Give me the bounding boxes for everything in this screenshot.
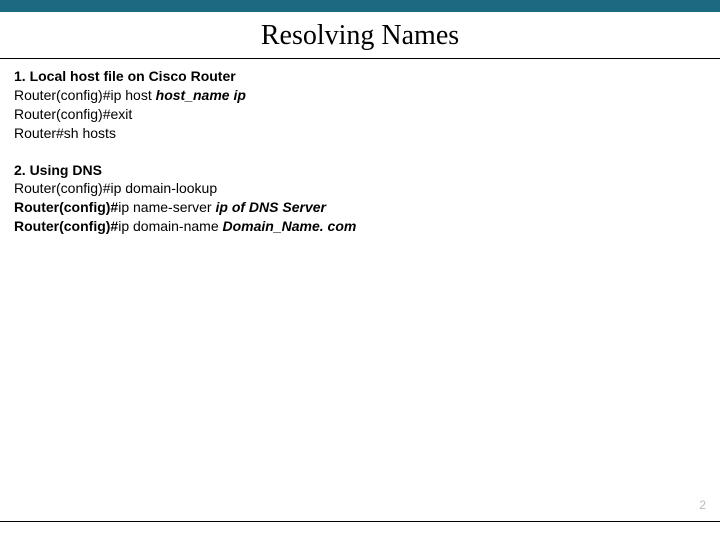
section2-line3-cmd: ip domain-name	[118, 218, 222, 234]
section2-line1: Router(config)#ip domain-lookup	[14, 179, 706, 198]
slide-title: Resolving Names	[0, 20, 720, 52]
section2-heading: 2. Using DNS	[14, 161, 706, 180]
section2-line2-args: ip of DNS Server	[215, 199, 325, 215]
section1-line1: Router(config)#ip host host_name ip	[14, 86, 706, 105]
section2-line2-cmd: ip name-server	[118, 199, 215, 215]
section1-line1-cmd: Router(config)#ip host	[14, 87, 156, 103]
section2-line3: Router(config)#ip domain-name Domain_Nam…	[14, 217, 706, 236]
page-number: 2	[699, 498, 706, 512]
section1-line2: Router(config)#exit	[14, 105, 706, 124]
section2-line3-args: Domain_Name. com	[223, 218, 357, 234]
section1-line1-args: host_name ip	[156, 87, 246, 103]
section2-line3-prompt: Router(config)#	[14, 218, 118, 234]
section-gap	[14, 143, 706, 161]
top-accent-bar	[0, 0, 720, 12]
section1-heading: 1. Local host file on Cisco Router	[14, 67, 706, 86]
section1-line3: Router#sh hosts	[14, 124, 706, 143]
section2-line2: Router(config)#ip name-server ip of DNS …	[14, 198, 706, 217]
section2-line2-prompt: Router(config)#	[14, 199, 118, 215]
slide-body: 1. Local host file on Cisco Router Route…	[0, 59, 720, 236]
bottom-divider	[0, 521, 720, 522]
